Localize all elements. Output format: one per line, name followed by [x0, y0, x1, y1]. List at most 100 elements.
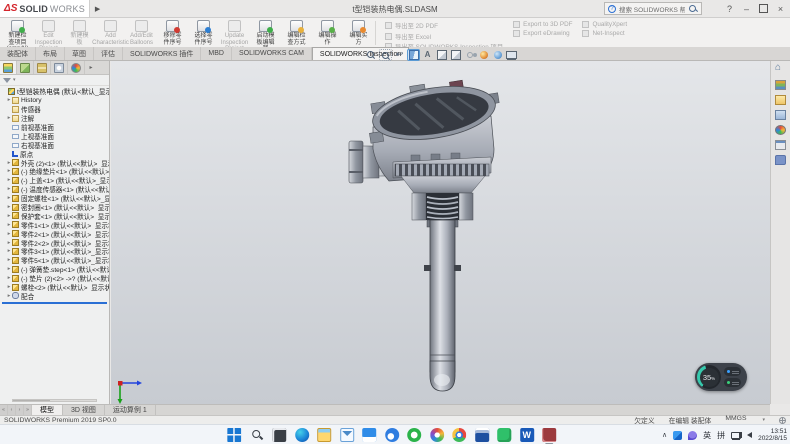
- tree-item[interactable]: 传感器: [0, 105, 109, 114]
- minimize-button[interactable]: –: [740, 2, 753, 15]
- search-icon[interactable]: [688, 4, 698, 14]
- tree-item[interactable]: 零件1<1> (默认<<默认>_显示状态 -: [0, 220, 109, 229]
- tree-item[interactable]: 零件5<1> (默认<<默认>_显示状态: [0, 256, 109, 265]
- user-login-icon[interactable]: [706, 2, 719, 15]
- heads-up-icon[interactable]: [435, 49, 448, 61]
- taskbar-app-icon[interactable]: [497, 428, 511, 442]
- taskbar-app-icon[interactable]: [407, 428, 421, 442]
- graphics-viewport[interactable]: 35%: [111, 61, 770, 404]
- ribbon-button[interactable]: Edit Inspection Project: [33, 19, 64, 47]
- ribbon-button[interactable]: 移除零 件序号: [157, 19, 188, 47]
- tree-item[interactable]: 零件3<1> (默认<<默认>_显示状态: [0, 247, 109, 256]
- ribbon-button[interactable]: 新建检 查项目 (amp;N): [2, 19, 33, 47]
- command-tab[interactable]: 草图: [65, 47, 94, 60]
- taskbar-app-icon[interactable]: [272, 428, 286, 442]
- panel-tab[interactable]: [0, 61, 17, 74]
- ribbon-button[interactable]: Add/Edit Balloons: [126, 19, 157, 47]
- ribbon-button[interactable]: 选择零 件序号: [188, 19, 219, 47]
- tree-item[interactable]: 零件2<1> (默认<<默认>_显示状态: [0, 229, 109, 238]
- tree-root-item[interactable]: t型铠装热电偶 (默认<默认_显示状态-1: [0, 87, 109, 96]
- tree-item[interactable]: (-) 上盖<1> (默认<<默认>_显示状: [0, 176, 109, 185]
- taskbar-app-icon[interactable]: [452, 428, 466, 442]
- heads-up-icon[interactable]: [365, 49, 378, 61]
- taskbar-app-icon[interactable]: [250, 428, 264, 442]
- tree-item[interactable]: 密封圈<1> (默认<<默认>_显示状态: [0, 203, 109, 212]
- tree-item[interactable]: 零件2<2> (默认<<默认>_显示状态: [0, 238, 109, 247]
- command-tab[interactable]: MBD: [201, 47, 232, 60]
- quick-access-button[interactable]: [259, 2, 272, 15]
- panel-tab[interactable]: [34, 61, 51, 74]
- taskbar-app-icon[interactable]: [317, 428, 331, 442]
- thermocouple-3d-model[interactable]: [111, 61, 770, 404]
- task-pane-tab[interactable]: [774, 123, 788, 136]
- widget-button-top[interactable]: [724, 367, 741, 376]
- task-pane-tab[interactable]: [774, 108, 788, 121]
- heads-up-icon[interactable]: [491, 49, 504, 61]
- tree-item[interactable]: 右视基准面: [0, 140, 109, 149]
- ribbon-button[interactable]: 编辑实 方: [343, 19, 374, 47]
- task-pane-tab[interactable]: [774, 78, 788, 91]
- panel-tabs-overflow-chevron-icon[interactable]: ▸: [85, 61, 97, 74]
- quick-access-button[interactable]: [219, 2, 232, 15]
- command-tab[interactable]: 装配体: [0, 47, 36, 60]
- task-pane-tab[interactable]: [774, 63, 788, 76]
- taskbar-app-icon[interactable]: [295, 428, 309, 442]
- taskbar-app-icon[interactable]: [430, 428, 444, 442]
- tree-item[interactable]: (-) 弹簧垫.step<1> (默认<<默认>: [0, 265, 109, 274]
- ribbon-button[interactable]: 编辑操 作: [312, 19, 343, 47]
- taskbar-app-icon[interactable]: [542, 428, 556, 442]
- tree-item[interactable]: 保护套<1> (默认<<默认>_显示状: [0, 211, 109, 220]
- taskbar-app-icon[interactable]: [475, 428, 489, 442]
- zoom-dial[interactable]: 35%: [697, 365, 721, 389]
- quick-access-button[interactable]: [119, 2, 132, 15]
- quick-access-button[interactable]: [239, 2, 252, 15]
- panel-tab[interactable]: [17, 61, 34, 74]
- taskbar-app-icon[interactable]: [385, 428, 399, 442]
- tab-nav-button[interactable]: »: [24, 405, 32, 415]
- quick-access-button[interactable]: [139, 2, 152, 15]
- rollback-bar[interactable]: [2, 302, 107, 304]
- heads-up-icon[interactable]: [407, 49, 420, 61]
- tray-pin-icon[interactable]: [688, 431, 697, 440]
- panel-horizontal-scrollbar[interactable]: [12, 399, 97, 402]
- ime-language-indicator[interactable]: 英: [703, 430, 711, 441]
- heads-up-icon[interactable]: [463, 49, 476, 61]
- status-globe-icon[interactable]: [779, 417, 786, 424]
- heads-up-icon[interactable]: [449, 49, 462, 61]
- tab-nav-button[interactable]: «: [0, 405, 8, 415]
- heads-up-icon[interactable]: [505, 49, 518, 61]
- ribbon-button[interactable]: 新建模 板: [64, 19, 95, 47]
- speaker-icon[interactable]: [747, 432, 752, 438]
- taskbar-app-icon[interactable]: [362, 428, 376, 442]
- tray-chevron-icon[interactable]: ∧: [662, 431, 667, 439]
- tree-item[interactable]: 上视基准面: [0, 131, 109, 140]
- units-dropdown-icon[interactable]: ▾: [762, 417, 765, 423]
- heads-up-icon[interactable]: [421, 49, 434, 61]
- filter-dropdown-icon[interactable]: ▾: [13, 77, 16, 83]
- help-search-box[interactable]: ? 搜索 SOLIDWORKS 帮助: [604, 2, 702, 15]
- tab-nav-button[interactable]: ‹: [8, 405, 16, 415]
- tray-app-icon[interactable]: [673, 431, 682, 440]
- ribbon-button[interactable]: 编辑检 查方式: [281, 19, 312, 47]
- heads-up-icon[interactable]: [379, 49, 392, 61]
- export-menu-item[interactable]: 导出至 2D PDF: [385, 21, 503, 30]
- ribbon-button[interactable]: Add Characteristic: [95, 19, 126, 47]
- tree-item[interactable]: 螺栓<2> (默认<<默认>_显示状态: [0, 283, 109, 292]
- export-menu-item[interactable]: 导出至 Excel: [385, 32, 503, 41]
- taskbar-clock[interactable]: 13:51 2022/8/15: [758, 428, 787, 443]
- export-menu-item[interactable]: QualityXpert: [582, 21, 627, 28]
- taskbar-app-icon[interactable]: [340, 428, 354, 442]
- zoom-percentage-widget[interactable]: 35%: [695, 363, 747, 391]
- scrollbar-thumb[interactable]: [13, 400, 50, 401]
- help-button[interactable]: ?: [723, 2, 736, 15]
- tree-item[interactable]: 原点: [0, 149, 109, 158]
- quick-access-button[interactable]: [299, 2, 312, 15]
- export-menu-item[interactable]: Export to 3D PDF: [513, 21, 572, 28]
- tree-item[interactable]: (-) 垫片 (2)<2> ->? (默认<<默认: [0, 274, 109, 283]
- model-tab[interactable]: 运动算例 1: [105, 405, 156, 415]
- quick-access-button[interactable]: [179, 2, 192, 15]
- ime-mode-indicator[interactable]: 拼: [717, 430, 725, 441]
- taskbar-app-icon[interactable]: W: [520, 428, 534, 442]
- quick-access-button[interactable]: [199, 2, 212, 15]
- tree-item[interactable]: History: [0, 96, 109, 105]
